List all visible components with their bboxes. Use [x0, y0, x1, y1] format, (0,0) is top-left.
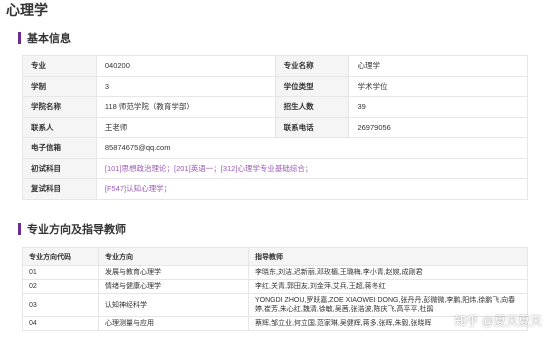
exam-label: 初试科目 — [22, 157, 97, 179]
info-row: 学院名称 118 师范学院（教育学部） 招生人数 39 — [22, 96, 528, 118]
watermark-text: 知乎 @夏天夏天 — [454, 314, 542, 328]
direction-teachers: 李晓东,刘洁,迟新丽,邓玫楣,王璐梅,李小青,赵婉,成刚君 — [248, 265, 528, 280]
direction-code: 03 — [22, 293, 99, 317]
column-header: 指导教师 — [248, 247, 528, 266]
email-value: 85874675@qq.com — [95, 137, 529, 159]
retest-subjects-link[interactable]: [F547]认知心理学； — [95, 178, 529, 200]
direction-code: 04 — [22, 316, 99, 331]
info-value: 3 — [95, 75, 276, 97]
direction-code: 02 — [22, 279, 99, 294]
direction-code: 01 — [22, 265, 99, 280]
column-header: 专业方向 — [98, 247, 249, 266]
info-label: 招生人数 — [274, 96, 350, 118]
heading-accent-bar — [18, 32, 21, 44]
direction-name: 发展与教育心理学 — [98, 265, 249, 280]
table-row: 04 心理测量与应用 蔡辉,邹立业,何立国,范家琳,吴健辉,蒋多,张晖,朱毅,张… — [22, 316, 528, 331]
info-value: 学术学位 — [348, 75, 528, 97]
directions-heading: 专业方向及指导教师 — [18, 221, 126, 237]
info-row: 联系人 王老师 联系电话 26979056 — [22, 116, 528, 138]
basic-info-table: 专业 040200 专业名称 心理学 学制 3 学位类型 学术学位 学院名称 1… — [22, 55, 529, 200]
info-value: 王老师 — [95, 116, 276, 138]
basic-info-heading: 基本信息 — [18, 30, 71, 46]
info-row: 学制 3 学位类型 学术学位 — [22, 75, 528, 97]
info-value: 040200 — [95, 55, 276, 77]
info-label: 联系人 — [22, 116, 97, 138]
directions-title: 专业方向及指导教师 — [27, 224, 126, 236]
table-header-row: 专业方向代码 专业方向 指导教师 — [22, 247, 528, 266]
info-row: 电子信箱 85874675@qq.com — [22, 137, 529, 159]
retest-label: 复试科目 — [22, 178, 97, 200]
directions-table: 专业方向代码 专业方向 指导教师 01 发展与教育心理学 李晓东,刘洁,迟新丽,… — [22, 247, 528, 331]
direction-name: 情绪与健康心理学 — [98, 279, 249, 294]
watermark: 知乎 @夏天夏天 — [454, 312, 542, 329]
email-label: 电子信箱 — [22, 137, 97, 159]
info-row: 专业 040200 专业名称 心理学 — [22, 55, 528, 77]
info-label: 学制 — [22, 75, 97, 97]
table-row: 03 认知神经科学 YONGDI ZHOU,罗跃嘉,ZOE XIAOWEI DO… — [22, 293, 528, 317]
page-title: 心理学 — [6, 2, 48, 18]
heading-accent-bar — [18, 223, 21, 235]
info-label: 专业名称 — [274, 55, 350, 77]
table-row: 02 情绪与健康心理学 李红,关青,郭田友,刘金萍,艾兵,王超,蒋冬红 — [22, 279, 528, 294]
info-label: 学位类型 — [274, 75, 350, 97]
basic-info-title: 基本信息 — [27, 33, 71, 45]
direction-name: 心理测量与应用 — [98, 316, 249, 331]
column-header: 专业方向代码 — [22, 247, 99, 266]
table-row: 01 发展与教育心理学 李晓东,刘洁,迟新丽,邓玫楣,王璐梅,李小青,赵婉,成刚… — [22, 265, 528, 280]
info-label: 学院名称 — [22, 96, 97, 118]
info-label: 专业 — [22, 55, 97, 77]
info-value: 118 师范学院（教育学部） — [95, 96, 276, 118]
info-label: 联系电话 — [274, 116, 350, 138]
info-row: 复试科目 [F547]认知心理学； — [22, 178, 529, 200]
info-value: 26979056 — [348, 116, 528, 138]
info-row: 初试科目 [101]思想政治理论；[201]英语一；[312]心理学专业基础综合… — [22, 157, 529, 179]
direction-teachers: 李红,关青,郭田友,刘金萍,艾兵,王超,蒋冬红 — [248, 279, 528, 294]
exam-subjects-link[interactable]: [101]思想政治理论；[201]英语一；[312]心理学专业基础综合； — [95, 157, 529, 179]
info-value: 心理学 — [348, 55, 528, 77]
direction-name: 认知神经科学 — [98, 293, 249, 317]
info-value: 39 — [348, 96, 528, 118]
